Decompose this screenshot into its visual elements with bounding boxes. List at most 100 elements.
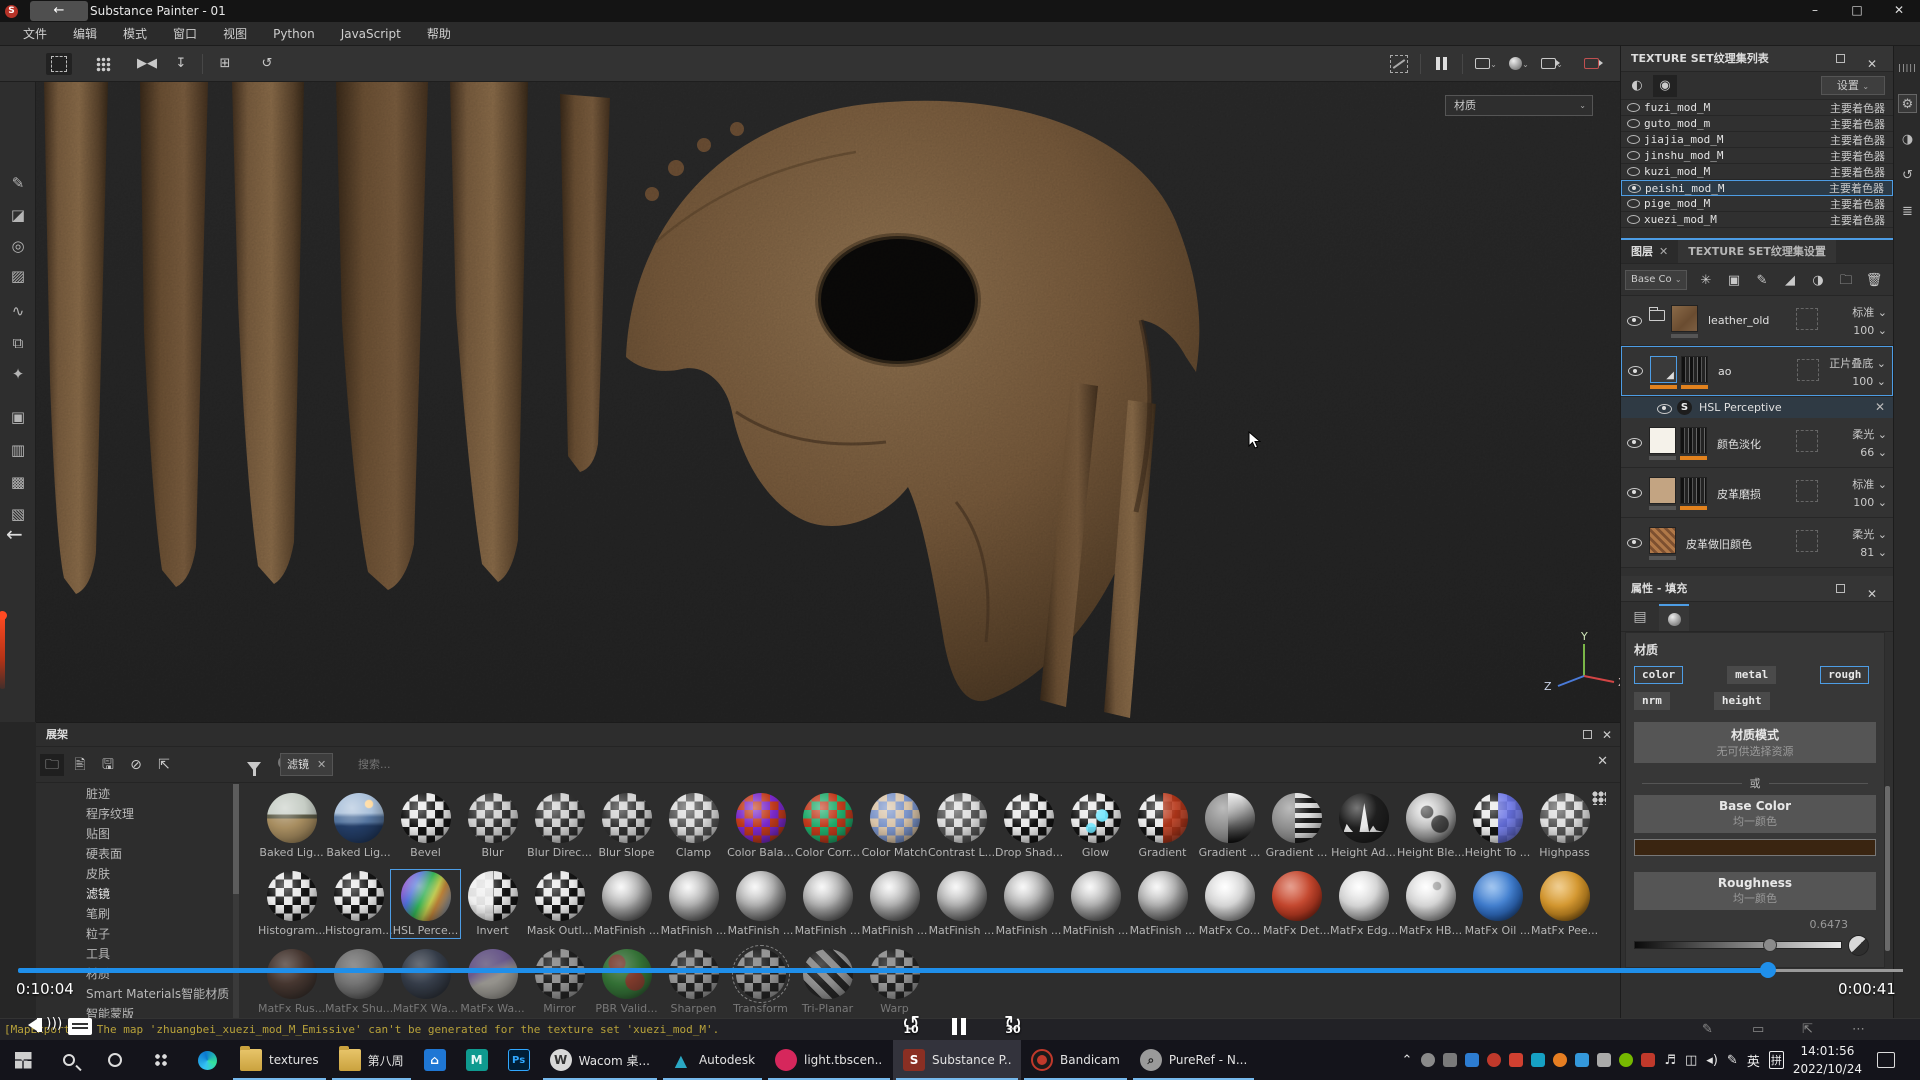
layer-row[interactable]: 皮革磨损标准 ⌄100 ⌄ xyxy=(1621,468,1893,518)
taskbar-app-autodesk[interactable]: ▲Autodesk xyxy=(660,1040,765,1080)
visibility-cycle-icon[interactable]: ◐ xyxy=(1625,75,1649,97)
tool-selection-icon[interactable]: ▥ xyxy=(5,437,31,463)
texture-set-visibility-icon[interactable] xyxy=(1627,167,1640,176)
shelf-item[interactable]: Highpass xyxy=(1531,793,1598,859)
video-progress-bar[interactable] xyxy=(18,968,1768,973)
texture-set-visibility-icon[interactable] xyxy=(1627,135,1640,144)
task-view-icon[interactable] xyxy=(138,1040,184,1080)
channel-chip-metal[interactable]: metal xyxy=(1727,666,1776,684)
tray-app-icon-2[interactable] xyxy=(1465,1053,1479,1067)
layer-blend-mode[interactable]: 正片叠底 ⌄ xyxy=(1829,355,1886,371)
tab-layers[interactable]: 图层✕ xyxy=(1621,240,1678,263)
shelf-item[interactable]: Contrast L... xyxy=(928,793,995,859)
tray-app-icon-6[interactable] xyxy=(1553,1053,1567,1067)
volume-slider[interactable] xyxy=(0,615,5,689)
marquee-select-icon[interactable] xyxy=(46,53,72,75)
video-back-button[interactable]: ← xyxy=(30,1,88,21)
shelf-item[interactable]: Clamp xyxy=(660,793,727,859)
taskbar-app-folder[interactable]: textures xyxy=(230,1040,329,1080)
shelf-item[interactable]: HSL Perce... xyxy=(392,871,459,937)
skip-back-button[interactable]: ↺10 xyxy=(894,1014,928,1036)
texture-set-row[interactable]: guto_mod_m主要着色器 xyxy=(1621,116,1893,132)
shelf-item[interactable]: Color Bala... xyxy=(727,793,794,859)
material-tab-icon[interactable] xyxy=(1659,604,1689,631)
menu-item-4[interactable]: 视图 xyxy=(210,22,260,46)
texture-set-visibility-icon[interactable] xyxy=(1627,151,1640,160)
shelf-item[interactable]: Warp xyxy=(861,949,928,1015)
layer-row[interactable]: 颜色淡化柔光 ⌄66 ⌄ xyxy=(1621,418,1893,468)
capture-icon[interactable] xyxy=(1578,53,1604,75)
layer-blend-mode[interactable]: 标准 ⌄ xyxy=(1852,304,1887,320)
layer-row[interactable]: ◢ao正片叠底 ⌄100 ⌄ xyxy=(1621,346,1893,396)
shelf-item[interactable]: MatFinish ... xyxy=(794,871,861,937)
shelf-item[interactable]: MatFx Edg... xyxy=(1330,871,1397,937)
texture-set-row[interactable]: xuezi_mod_M主要着色器 xyxy=(1621,212,1893,228)
texture-set-row[interactable]: jiajia_mod_M主要着色器 xyxy=(1621,132,1893,148)
layer-visibility-icon[interactable] xyxy=(1627,537,1642,551)
shelf-hide-icon[interactable]: ⊘ xyxy=(124,754,148,776)
base-color-button[interactable]: Base Color 均一颜色 xyxy=(1634,795,1876,833)
shelf-category[interactable]: 笔刷 xyxy=(36,904,241,924)
active-filter-tag[interactable]: 滤镜✕ xyxy=(280,753,333,776)
shelf-item[interactable]: MatFx Det... xyxy=(1263,871,1330,937)
roughness-button[interactable]: Roughness 均一颜色 xyxy=(1634,872,1876,910)
shelf-item[interactable]: MatFx Rus... xyxy=(258,949,325,1015)
texture-set-visibility-icon[interactable] xyxy=(1627,215,1640,224)
shelf-save-icon[interactable]: 🖫 xyxy=(96,754,120,776)
taskbar-app-maya[interactable]: M xyxy=(456,1040,498,1080)
menu-item-6[interactable]: JavaScript xyxy=(328,22,414,46)
grid-view-icon[interactable] xyxy=(90,53,116,75)
dock-settings-icon[interactable]: ⚙ xyxy=(1898,94,1917,113)
ime-language-indicator[interactable]: 英 xyxy=(1747,1051,1760,1070)
shelf-item[interactable]: Color Match xyxy=(861,793,928,859)
remove-filter-icon[interactable]: ✕ xyxy=(317,758,326,771)
add-view-icon[interactable]: ⊞ xyxy=(212,53,238,75)
layer-row[interactable]: 皮革做旧颜色柔光 ⌄81 ⌄ xyxy=(1621,518,1893,568)
menu-item-0[interactable]: 文件 xyxy=(10,22,60,46)
taskbar-app-substance[interactable]: SSubstance P... xyxy=(893,1040,1021,1080)
taskbar-app-store[interactable]: ⌂ xyxy=(414,1040,456,1080)
edge-icon[interactable] xyxy=(184,1040,230,1080)
shelf-item[interactable]: MatFx Co... xyxy=(1196,871,1263,937)
more-options-icon[interactable]: ⋯ xyxy=(1852,1022,1865,1037)
float-panel-icon[interactable] xyxy=(1583,730,1592,739)
remove-effect-icon[interactable]: ✕ xyxy=(1875,400,1885,414)
layer-thumbnail[interactable] xyxy=(1681,356,1708,383)
texture-set-row[interactable]: kuzi_mod_M主要着色器 xyxy=(1621,164,1893,180)
shelf-category[interactable]: 硬表面 xyxy=(36,844,241,864)
layer-opacity[interactable]: 81 ⌄ xyxy=(1860,546,1887,559)
shelf-item[interactable]: Mask Outl... xyxy=(526,871,593,937)
layer-visibility-icon[interactable] xyxy=(1627,437,1642,451)
maximize-button[interactable]: □ xyxy=(1836,0,1878,22)
video-pause-button[interactable] xyxy=(952,1014,966,1035)
texture-set-visibility-icon[interactable] xyxy=(1628,184,1641,193)
mask-drop-slot[interactable] xyxy=(1796,430,1818,452)
tray-app-icon-9[interactable] xyxy=(1619,1053,1633,1067)
tablet-mode-icon[interactable]: ▭ xyxy=(1752,1022,1764,1037)
tool-material-picker-icon[interactable]: ✦ xyxy=(5,361,31,387)
close-panel-icon[interactable]: ✕ xyxy=(1602,723,1612,747)
shelf-item[interactable]: Blur Slope xyxy=(593,793,660,859)
shelf-item[interactable]: Height Ble... xyxy=(1397,793,1464,859)
texture-set-visibility-icon[interactable] xyxy=(1627,199,1640,208)
texture-set-visibility-icon[interactable] xyxy=(1627,119,1640,128)
add-folder-icon[interactable]: 🗀 xyxy=(1835,271,1857,291)
roughness-slider-handle[interactable] xyxy=(1763,938,1777,952)
tray-app-icon-10[interactable] xyxy=(1641,1053,1655,1067)
speaker-icon[interactable]: ◂) xyxy=(1706,1053,1718,1068)
shelf-item[interactable]: Gradient ... xyxy=(1263,793,1330,859)
float-panel-icon[interactable] xyxy=(1836,584,1845,593)
tool-eraser-icon[interactable]: ◪ xyxy=(5,202,31,228)
layer-effect-row[interactable]: SHSL Perceptive✕ xyxy=(1621,396,1893,418)
add-mask-icon[interactable]: ◢ xyxy=(1779,271,1801,291)
search-icon[interactable] xyxy=(46,1040,92,1080)
channel-chip-color[interactable]: color xyxy=(1634,666,1683,684)
shelf-item[interactable]: Gradient ... xyxy=(1196,793,1263,859)
shelf-category[interactable]: 程序纹理 xyxy=(36,804,241,824)
menu-item-1[interactable]: 编辑 xyxy=(60,22,110,46)
snap-icon[interactable]: ↧ xyxy=(168,53,194,75)
minimize-button[interactable]: – xyxy=(1794,0,1836,22)
shelf-item[interactable]: Baked Lig... xyxy=(258,793,325,859)
pen-icon[interactable]: ✎ xyxy=(1727,1053,1738,1068)
texture-set-row[interactable]: pige_mod_M主要着色器 xyxy=(1621,196,1893,212)
